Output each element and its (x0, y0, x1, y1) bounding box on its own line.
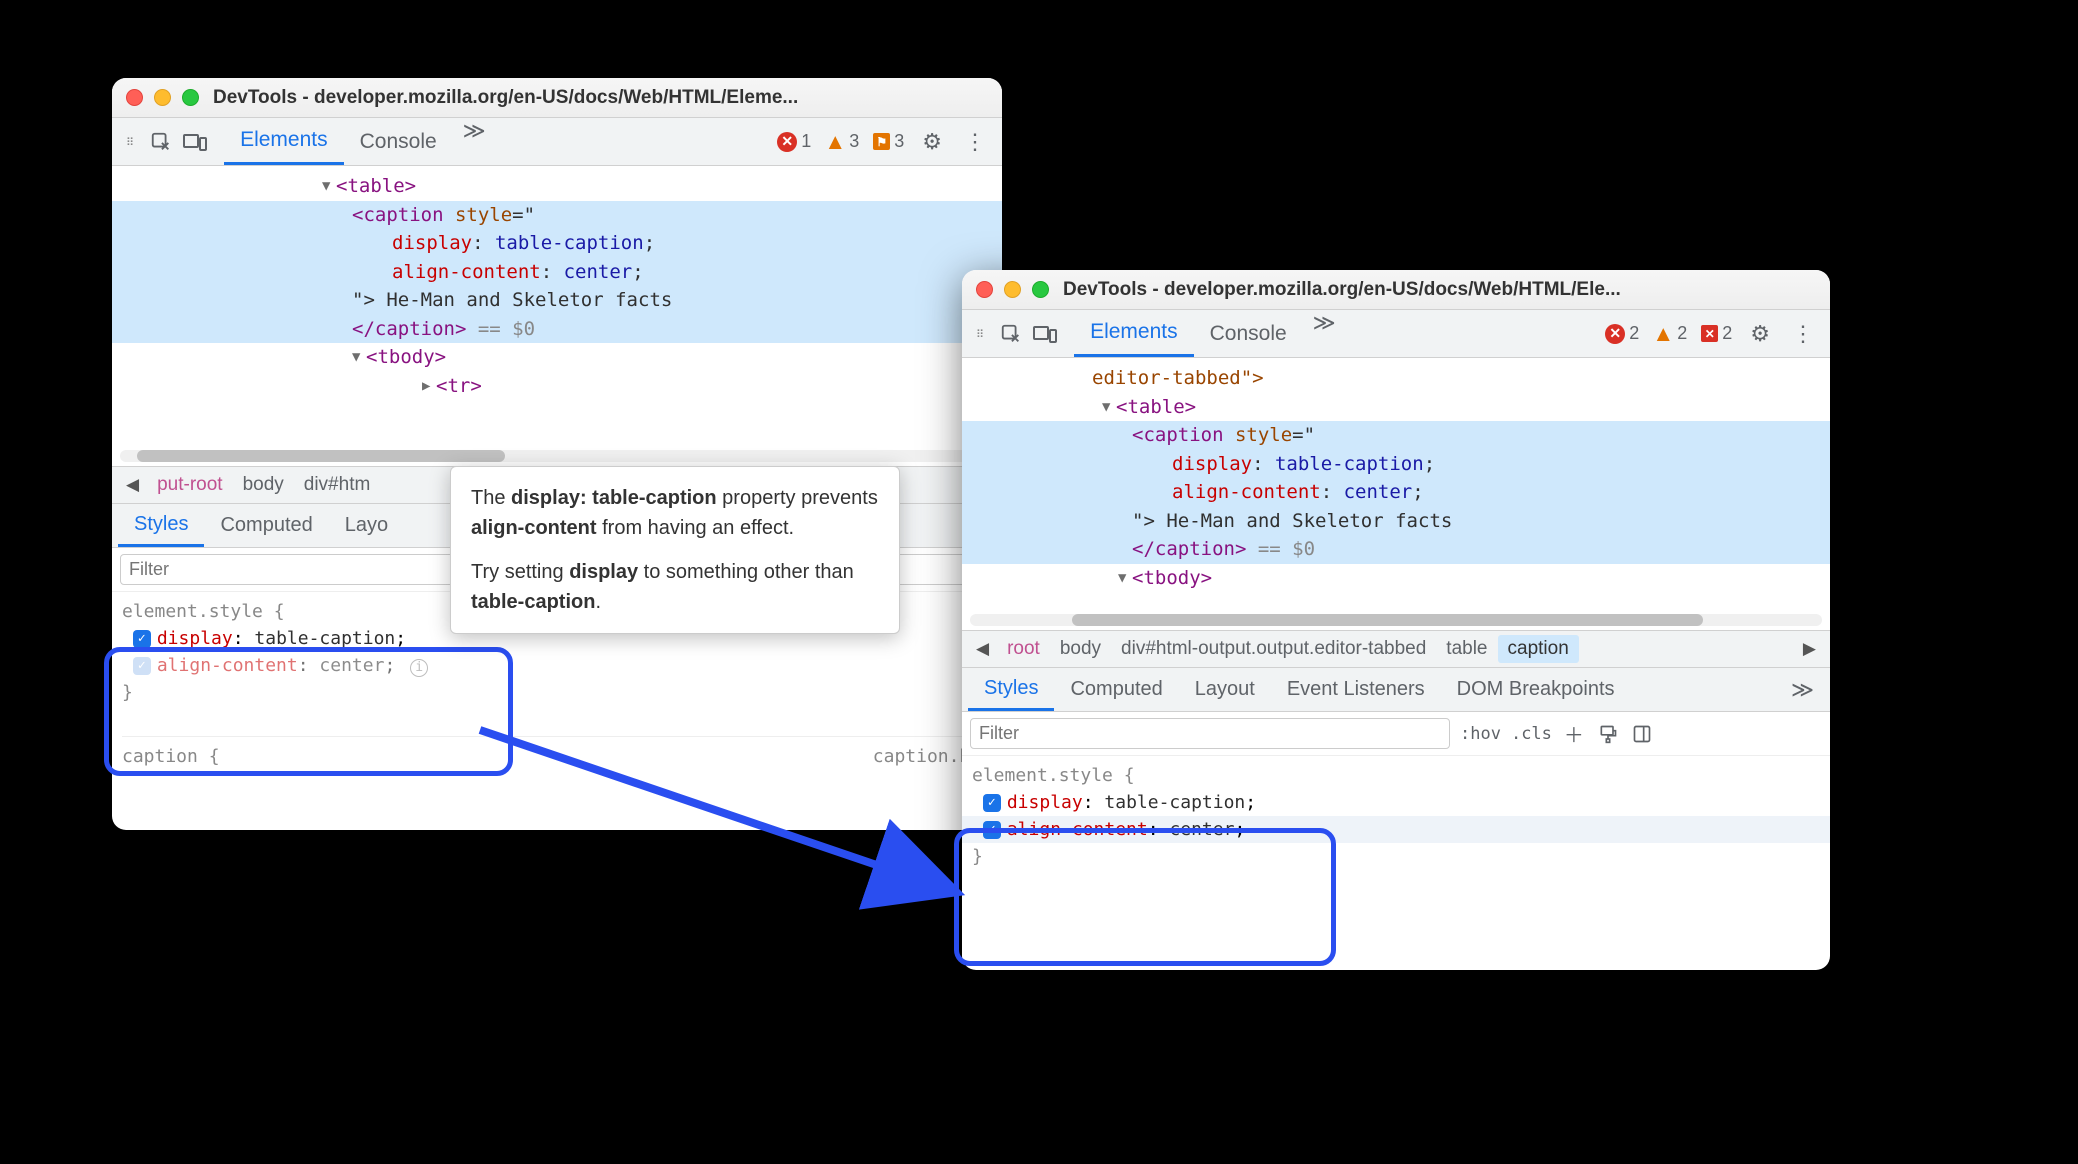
dom-tbody-tag[interactable]: <tbody> (1132, 567, 1212, 589)
tooltip-line-2: Try setting display to something other t… (471, 557, 879, 617)
tab-layout[interactable]: Layout (1179, 668, 1271, 711)
dock-handle[interactable]: ⠿ (120, 134, 148, 149)
error-badge[interactable]: ✕2 (1605, 323, 1639, 344)
devtools-window-2: DevTools - developer.mozilla.org/en-US/d… (962, 270, 1830, 970)
cls-toggle[interactable]: .cls (1511, 724, 1552, 744)
tab-layout[interactable]: Layo (329, 504, 404, 547)
crumb-body[interactable]: body (1050, 635, 1111, 663)
warning-badge[interactable]: ▲3 (825, 131, 859, 152)
tab-styles[interactable]: Styles (118, 504, 204, 547)
breadcrumb-prev-icon[interactable]: ◀ (118, 475, 147, 495)
window-title: DevTools - developer.mozilla.org/en-US/d… (1063, 279, 1621, 301)
panel-tabs: Elements Console ≫ (1074, 310, 1346, 357)
style-rule-display[interactable]: ✓display: table-caption; (972, 789, 1820, 816)
dom-table-tag[interactable]: <table> (336, 175, 416, 197)
more-menu-icon[interactable]: ⋮ (956, 129, 994, 155)
tab-styles[interactable]: Styles (968, 668, 1054, 711)
titlebar: DevTools - developer.mozilla.org/en-US/d… (962, 270, 1830, 310)
more-tabs-icon[interactable]: ≫ (1303, 310, 1346, 357)
flag-badge[interactable]: ⚑3 (873, 131, 904, 152)
dock-handle[interactable]: ⠿ (970, 326, 998, 341)
devtools-toolbar: ⠿ Elements Console ≫ ✕2 ▲2 ✕2 ⚙ ⋮ (962, 310, 1830, 358)
dom-scrollbar[interactable] (970, 614, 1822, 626)
violation-badge[interactable]: ✕2 (1701, 323, 1732, 344)
dom-tree[interactable]: editor-tabbed"> ▼<table> <caption style=… (962, 358, 1830, 610)
more-menu-icon[interactable]: ⋮ (1784, 321, 1822, 347)
styles-tabs: Styles Computed Layout Event Listeners D… (962, 668, 1830, 712)
style-rule-align-content[interactable]: ✓align-content: center; i (122, 652, 992, 679)
dom-tree[interactable]: ▼<table> <caption style=" display: table… (112, 166, 1002, 446)
crumb-body[interactable]: body (233, 471, 294, 499)
property-tooltip: The display: table-caption property prev… (450, 466, 900, 634)
error-badge[interactable]: ✕1 (777, 131, 811, 152)
dom-scrollbar[interactable] (120, 450, 994, 462)
tab-console[interactable]: Console (1194, 310, 1303, 357)
more-tabs-icon[interactable]: ≫ (453, 118, 496, 165)
tab-event-listeners[interactable]: Event Listeners (1271, 668, 1441, 711)
inspect-element-icon[interactable] (998, 321, 1024, 347)
info-icon[interactable]: i (410, 659, 428, 677)
warning-badge[interactable]: ▲2 (1653, 323, 1687, 344)
tab-elements[interactable]: Elements (224, 118, 344, 165)
element-style-selector: element.style { (972, 762, 1820, 789)
titlebar: DevTools - developer.mozilla.org/en-US/d… (112, 78, 1002, 118)
tooltip-line-1: The display: table-caption property prev… (471, 483, 879, 543)
dom-tbody-tag[interactable]: <tbody> (366, 346, 446, 368)
crumb-div-output[interactable]: div#html-output.output.editor-tabbed (1111, 635, 1436, 663)
checkbox-display[interactable]: ✓ (983, 794, 1001, 812)
dom-tr-tag[interactable]: <tr> (436, 375, 482, 397)
hov-toggle[interactable]: :hov (1460, 724, 1501, 744)
crumb-caption[interactable]: caption (1498, 635, 1579, 663)
device-toolbar-icon[interactable] (182, 129, 208, 155)
device-toolbar-icon[interactable] (1032, 321, 1058, 347)
tab-dom-breakpoints[interactable]: DOM Breakpoints (1441, 668, 1631, 711)
devtools-toolbar: ⠿ Elements Console ≫ ✕1 ▲3 ⚑3 ⚙ ⋮ (112, 118, 1002, 166)
breadcrumb-prev-icon[interactable]: ◀ (968, 639, 997, 659)
zoom-window-button[interactable] (182, 89, 199, 106)
styles-filter-bar: :hov .cls ＋ (962, 712, 1830, 756)
zoom-window-button[interactable] (1032, 281, 1049, 298)
dom-caption-open[interactable]: <caption style=" (962, 421, 1830, 450)
breadcrumb-bar: ◀ root body div#html-output.output.edito… (962, 630, 1830, 668)
minimize-window-button[interactable] (154, 89, 171, 106)
traffic-lights (976, 281, 1049, 298)
new-rule-icon[interactable]: ＋ (1562, 722, 1586, 746)
inspect-element-icon[interactable] (148, 129, 174, 155)
close-window-button[interactable] (976, 281, 993, 298)
more-tabs-icon[interactable]: ≫ (1781, 677, 1824, 703)
dom-table-tag[interactable]: <table> (1116, 396, 1196, 418)
tab-computed[interactable]: Computed (1054, 668, 1178, 711)
breadcrumb-next-icon[interactable]: ▶ (1795, 639, 1824, 659)
computed-panel-icon[interactable] (1630, 722, 1654, 746)
paint-icon[interactable] (1596, 722, 1620, 746)
panel-tabs: Elements Console ≫ (224, 118, 496, 165)
minimize-window-button[interactable] (1004, 281, 1021, 298)
window-title: DevTools - developer.mozilla.org/en-US/d… (213, 87, 798, 109)
styles-pane[interactable]: element.style { ✓display: table-caption;… (962, 756, 1830, 876)
crumb-put-root[interactable]: put-root (147, 471, 232, 499)
filter-input[interactable] (970, 718, 1450, 749)
checkbox-align-content[interactable]: ✓ (983, 821, 1001, 839)
tab-computed[interactable]: Computed (204, 504, 328, 547)
dom-caption-open[interactable]: <caption style=" (112, 201, 1002, 230)
settings-icon[interactable]: ⚙ (1742, 321, 1778, 347)
checkbox-display[interactable]: ✓ (133, 630, 151, 648)
crumb-root[interactable]: root (997, 635, 1050, 663)
tab-elements[interactable]: Elements (1074, 310, 1194, 357)
style-rule-align-content[interactable]: ✓align-content: center; (962, 816, 1830, 843)
traffic-lights (126, 89, 199, 106)
devtools-window-1: DevTools - developer.mozilla.org/en-US/d… (112, 78, 1002, 830)
tab-console[interactable]: Console (344, 118, 453, 165)
checkbox-align-content[interactable]: ✓ (133, 657, 151, 675)
settings-icon[interactable]: ⚙ (914, 129, 950, 155)
crumb-table[interactable]: table (1436, 635, 1497, 663)
close-window-button[interactable] (126, 89, 143, 106)
crumb-div[interactable]: div#htm (294, 471, 381, 499)
